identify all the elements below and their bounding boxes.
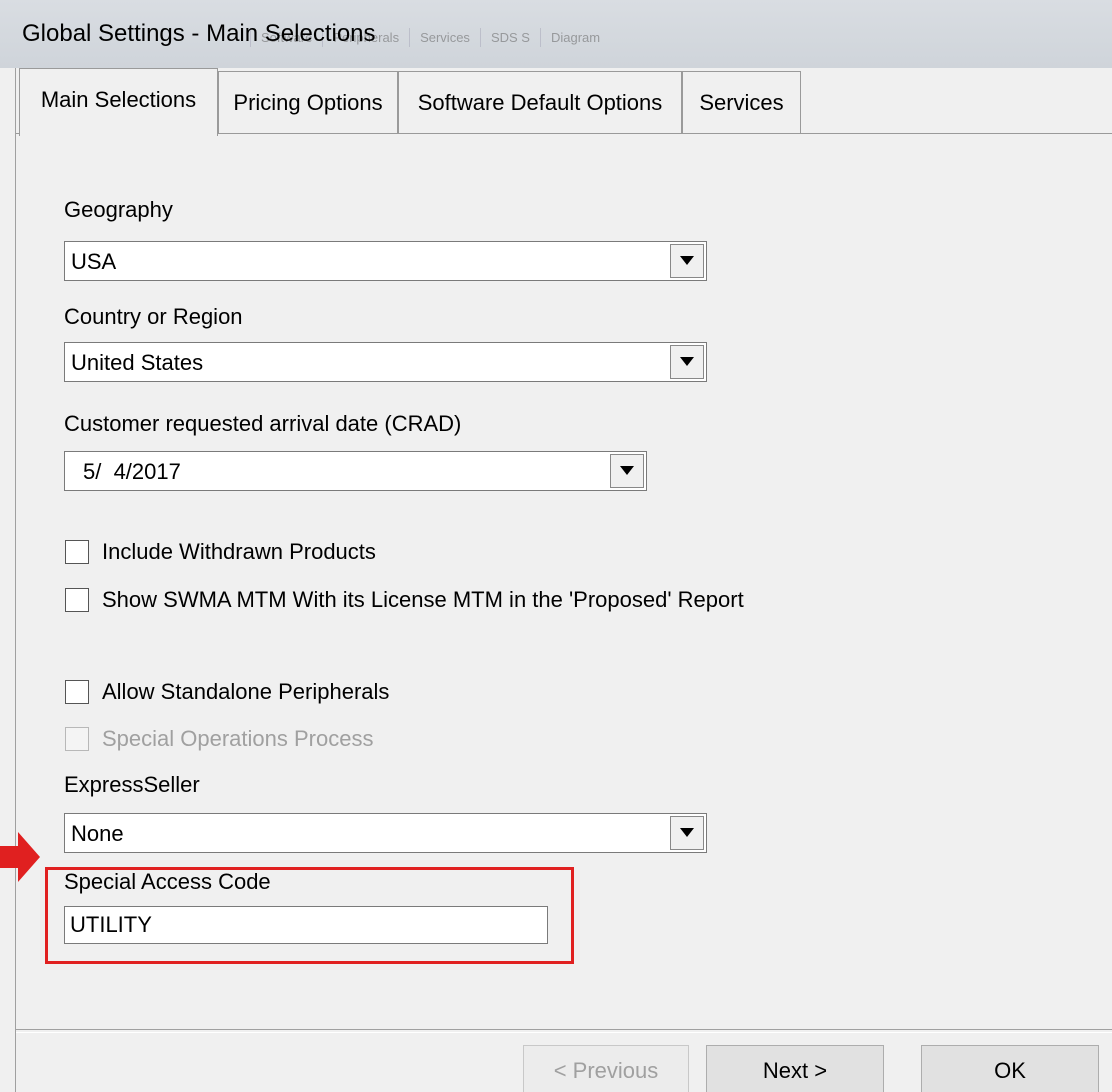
chevron-down-icon — [680, 357, 694, 366]
allow-standalone-label: Allow Standalone Peripherals — [102, 679, 390, 704]
geography-select[interactable]: USA — [64, 241, 707, 281]
global-settings-window: Software Peripherals Services SDS S Diag… — [0, 0, 1112, 1092]
background-tab: SDS S — [479, 28, 540, 47]
special-ops-checkbox — [65, 727, 89, 751]
allow-standalone-checkbox[interactable] — [65, 680, 89, 704]
chevron-down-icon — [680, 256, 694, 265]
chevron-down-icon — [620, 466, 634, 475]
crad-dropdown-button[interactable] — [610, 454, 644, 488]
footer-separator — [16, 1029, 1112, 1033]
ok-button[interactable]: OK — [921, 1045, 1099, 1092]
country-select[interactable]: United States — [64, 342, 707, 382]
crad-value: 5/ 4/2017 — [83, 459, 181, 484]
chevron-down-icon — [680, 828, 694, 837]
geography-dropdown-button[interactable] — [670, 244, 704, 278]
country-dropdown-button[interactable] — [670, 345, 704, 379]
background-tab: Services — [409, 28, 480, 47]
crad-label: Customer requested arrival date (CRAD) — [64, 411, 462, 436]
previous-button[interactable]: < Previous — [523, 1045, 689, 1092]
red-arrow-icon — [0, 832, 40, 882]
dialog-body: Main Selections Pricing Options Software… — [15, 68, 1112, 1092]
window-title: Global Settings - Main Selections — [22, 20, 376, 47]
geography-label: Geography — [64, 197, 173, 222]
country-value: United States — [71, 350, 204, 375]
tab-services[interactable]: Services — [682, 71, 801, 133]
expressseller-value: None — [71, 821, 124, 846]
highlight-annotation-box — [45, 867, 574, 964]
title-bar: Software Peripherals Services SDS S Diag… — [0, 0, 1112, 68]
include-withdrawn-checkbox[interactable] — [65, 540, 89, 564]
crad-date-picker[interactable]: 5/ 4/2017 — [64, 451, 647, 491]
special-ops-label: Special Operations Process — [102, 726, 374, 751]
tab-software-default-options[interactable]: Software Default Options — [398, 71, 682, 133]
tab-strip: Main Selections Pricing Options Software… — [16, 68, 1112, 136]
expressseller-select[interactable]: None — [64, 813, 707, 853]
tab-pricing-options[interactable]: Pricing Options — [218, 71, 398, 133]
country-label: Country or Region — [64, 304, 243, 329]
include-withdrawn-label: Include Withdrawn Products — [102, 539, 376, 564]
show-swma-label: Show SWMA MTM With its License MTM in th… — [102, 587, 744, 612]
geography-value: USA — [71, 249, 117, 274]
show-swma-checkbox[interactable] — [65, 588, 89, 612]
tab-main-selections[interactable]: Main Selections — [19, 68, 218, 136]
expressseller-label: ExpressSeller — [64, 772, 200, 797]
background-tab: Diagram — [539, 28, 610, 47]
expressseller-dropdown-button[interactable] — [670, 816, 704, 850]
next-button[interactable]: Next > — [706, 1045, 884, 1092]
